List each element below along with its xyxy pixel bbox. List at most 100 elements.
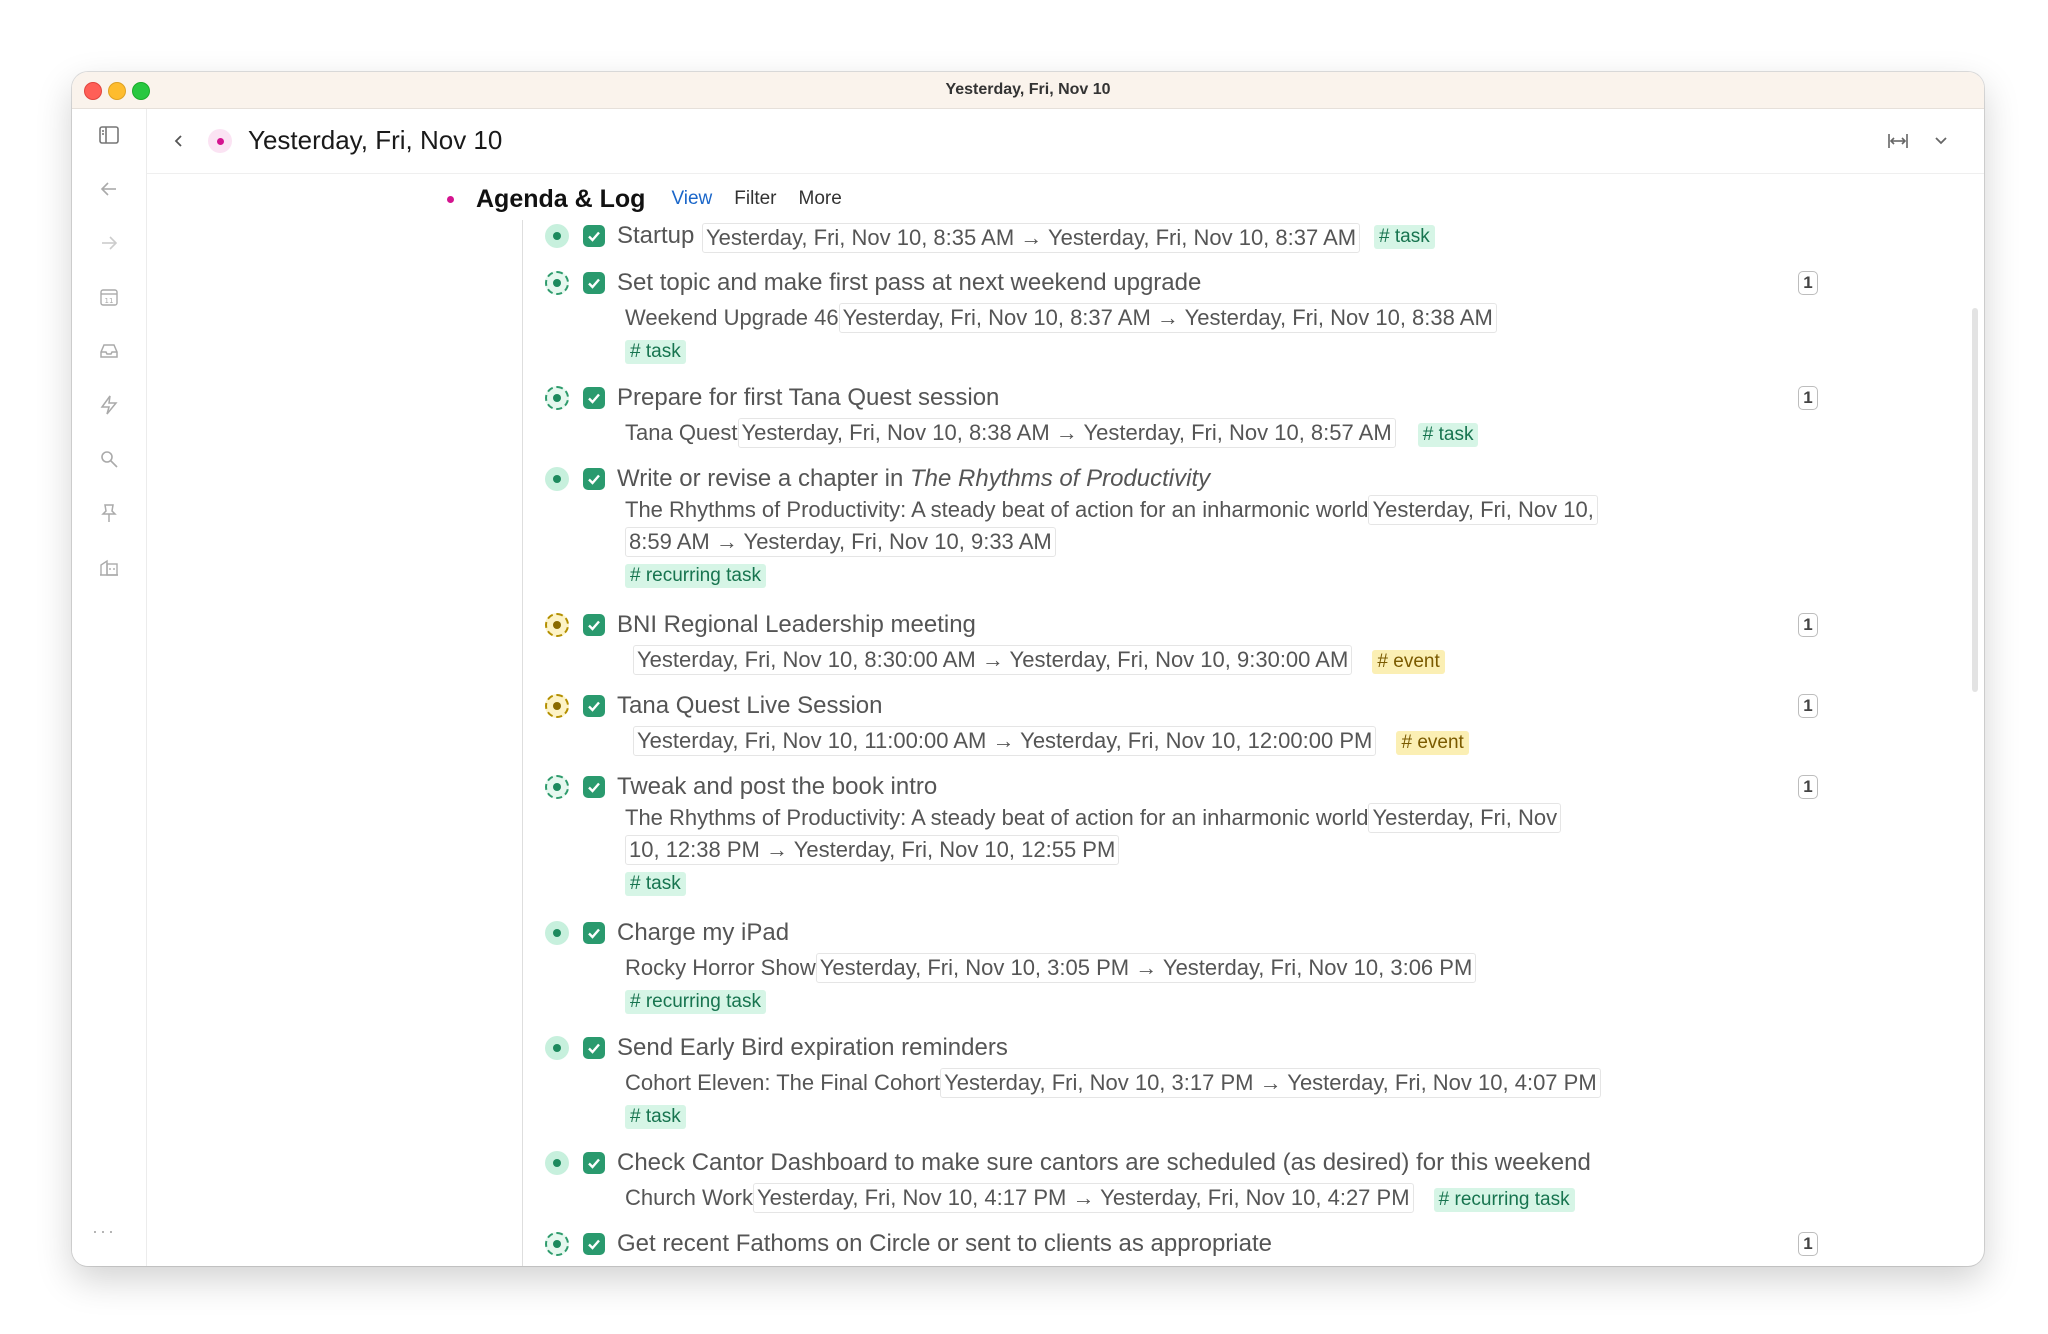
arrow-right-icon[interactable]	[97, 231, 121, 255]
status-bullet-icon[interactable]	[545, 775, 569, 799]
book-title-italic[interactable]: The Rhythms of Productivity	[910, 465, 1210, 492]
date-range[interactable]: Yesterday, Fri, Nov 10, 8:30:00 AM → Yes…	[633, 645, 1353, 675]
item-title[interactable]: Set topic and make first pass at next we…	[617, 268, 1201, 298]
checkbox-checked-icon[interactable]	[583, 1233, 605, 1255]
status-bullet-icon[interactable]	[545, 386, 569, 410]
date-range[interactable]: Yesterday, Fri, Nov 10, 8:37 AM → Yester…	[838, 303, 1497, 333]
checkbox-checked-icon[interactable]	[583, 695, 605, 717]
date-range-end[interactable]: 10, 12:38 PM → Yesterday, Fri, Nov 10, 1…	[625, 835, 1120, 865]
tag-event[interactable]: # event	[1372, 650, 1445, 674]
item-title[interactable]: Send Early Bird expiration reminders	[617, 1033, 1008, 1063]
list-item[interactable]: Get recent Fathoms on Circle or sent to …	[545, 1229, 1818, 1259]
full-width-icon[interactable]	[1886, 131, 1910, 151]
item-title[interactable]: Prepare for first Tana Quest session	[617, 383, 999, 413]
status-bullet-icon[interactable]	[545, 921, 569, 945]
date-range[interactable]: Yesterday, Fri, Nov 10, 3:17 PM → Yester…	[940, 1068, 1601, 1098]
list-item[interactable]: Set topic and make first pass at next we…	[545, 268, 1818, 364]
item-title[interactable]: BNI Regional Leadership meeting	[617, 610, 976, 640]
lightning-icon[interactable]	[97, 393, 121, 417]
checkbox-checked-icon[interactable]	[583, 1037, 605, 1059]
date-range[interactable]: Yesterday, Fri, Nov 10, 11:00:00 AM → Ye…	[633, 726, 1377, 756]
item-title[interactable]: Startup	[617, 221, 694, 251]
status-bullet-icon[interactable]	[545, 1151, 569, 1175]
tag-task[interactable]: # task	[625, 1105, 686, 1129]
agenda-bullet-icon[interactable]	[447, 195, 454, 203]
status-bullet-icon[interactable]	[545, 613, 569, 637]
tag-event[interactable]: # event	[1396, 731, 1469, 755]
item-title[interactable]: Charge my iPad	[617, 918, 789, 948]
date-range[interactable]: Yesterday, Fri, Nov 10, 8:38 AM → Yester…	[737, 418, 1396, 448]
sidebar-toggle-icon[interactable]	[97, 123, 121, 147]
chevron-down-icon[interactable]	[1932, 133, 1950, 149]
list-item[interactable]: Check Cantor Dashboard to make sure cant…	[545, 1148, 1801, 1213]
item-reference[interactable]: Cohort Eleven: The Final Cohort	[625, 1070, 940, 1095]
status-bullet-icon[interactable]	[545, 1036, 569, 1060]
page-bullet-icon[interactable]	[208, 129, 232, 153]
inbox-icon[interactable]	[97, 339, 121, 363]
list-item[interactable]: Tana Quest Live Session 1 Yesterday, Fri…	[545, 691, 1818, 756]
item-title[interactable]: Tweak and post the book intro	[617, 772, 937, 802]
date-range-start[interactable]: Yesterday, Fri, Nov 10,	[1368, 495, 1598, 525]
list-item[interactable]: Tweak and post the book intro 1 The Rhyt…	[545, 772, 1818, 896]
more-button[interactable]: More	[799, 188, 842, 210]
item-reference[interactable]: Tana Quest	[625, 420, 738, 445]
tag-task[interactable]: # task	[625, 872, 686, 896]
item-reference[interactable]: Weekend Upgrade 46	[625, 305, 839, 330]
scrollbar[interactable]	[1972, 308, 1978, 692]
tag-task[interactable]: # task	[625, 340, 686, 364]
status-bullet-icon[interactable]	[545, 467, 569, 491]
item-title[interactable]: Get recent Fathoms on Circle or sent to …	[617, 1229, 1272, 1259]
pin-icon[interactable]	[97, 501, 121, 525]
date-range-start[interactable]: Yesterday, Fri, Nov	[1368, 803, 1562, 833]
tag-recurring-task[interactable]: # recurring task	[625, 564, 766, 588]
item-reference[interactable]: The Rhythms of Productivity: A steady be…	[625, 497, 1368, 522]
item-subline: The Rhythms of Productivity: A steady be…	[625, 494, 1598, 526]
status-bullet-icon[interactable]	[545, 694, 569, 718]
item-title[interactable]: Write or revise a chapter in The Rhythms…	[617, 464, 1210, 494]
child-count-badge[interactable]: 1	[1798, 386, 1818, 410]
date-range[interactable]: Yesterday, Fri, Nov 10, 4:17 PM → Yester…	[752, 1183, 1414, 1213]
child-count-badge[interactable]: 1	[1798, 694, 1818, 718]
list-item[interactable]: Write or revise a chapter in The Rhythms…	[545, 464, 1801, 588]
calendar-icon[interactable]: 11	[97, 285, 121, 309]
checkbox-checked-icon[interactable]	[583, 776, 605, 798]
item-title[interactable]: Tana Quest Live Session	[617, 691, 883, 721]
date-range[interactable]: Yesterday, Fri, Nov 10, 8:35 AM → Yester…	[702, 223, 1361, 253]
tag-recurring-task[interactable]: # recurring task	[625, 990, 766, 1014]
list-item[interactable]: Startup Yesterday, Fri, Nov 10, 8:35 AM …	[545, 221, 1801, 253]
item-reference[interactable]: Rocky Horror Show	[625, 955, 816, 980]
tag-task[interactable]: # task	[1374, 225, 1435, 249]
list-item[interactable]: BNI Regional Leadership meeting 1 Yester…	[545, 610, 1818, 675]
checkbox-checked-icon[interactable]	[583, 468, 605, 490]
search-icon[interactable]	[97, 447, 121, 471]
date-range-end[interactable]: 8:59 AM → Yesterday, Fri, Nov 10, 9:33 A…	[625, 527, 1056, 557]
checkbox-checked-icon[interactable]	[583, 272, 605, 294]
list-item[interactable]: Send Early Bird expiration reminders Coh…	[545, 1033, 1801, 1129]
item-reference[interactable]: The Rhythms of Productivity: A steady be…	[625, 805, 1368, 830]
back-chevron-icon[interactable]	[168, 129, 188, 153]
checkbox-checked-icon[interactable]	[583, 225, 605, 247]
child-count-badge[interactable]: 1	[1798, 613, 1818, 637]
child-count-badge[interactable]: 1	[1798, 271, 1818, 295]
checkbox-checked-icon[interactable]	[583, 614, 605, 636]
tag-task[interactable]: # task	[1417, 423, 1479, 447]
child-count-badge[interactable]: 1	[1798, 775, 1818, 799]
status-bullet-icon[interactable]	[545, 271, 569, 295]
item-title[interactable]: Check Cantor Dashboard to make sure cant…	[617, 1148, 1591, 1178]
item-reference[interactable]: Church Work	[625, 1185, 753, 1210]
filter-button[interactable]: Filter	[734, 188, 776, 210]
workspace-icon[interactable]	[97, 555, 121, 579]
date-range[interactable]: Yesterday, Fri, Nov 10, 3:05 PM → Yester…	[815, 953, 1477, 983]
checkbox-checked-icon[interactable]	[583, 387, 605, 409]
child-count-badge[interactable]: 1	[1798, 1232, 1818, 1256]
status-bullet-icon[interactable]	[545, 1232, 569, 1256]
view-button[interactable]: View	[671, 188, 712, 210]
list-item[interactable]: Prepare for first Tana Quest session 1 T…	[545, 383, 1818, 448]
tag-recurring-task[interactable]: # recurring task	[1433, 1188, 1575, 1212]
checkbox-checked-icon[interactable]	[583, 922, 605, 944]
checkbox-checked-icon[interactable]	[583, 1152, 605, 1174]
arrow-left-icon[interactable]	[97, 177, 121, 201]
status-bullet-icon[interactable]	[545, 224, 569, 248]
more-options-icon[interactable]: ···	[92, 1221, 116, 1242]
list-item[interactable]: Charge my iPad Rocky Horror Show Yesterda…	[545, 918, 1801, 1014]
